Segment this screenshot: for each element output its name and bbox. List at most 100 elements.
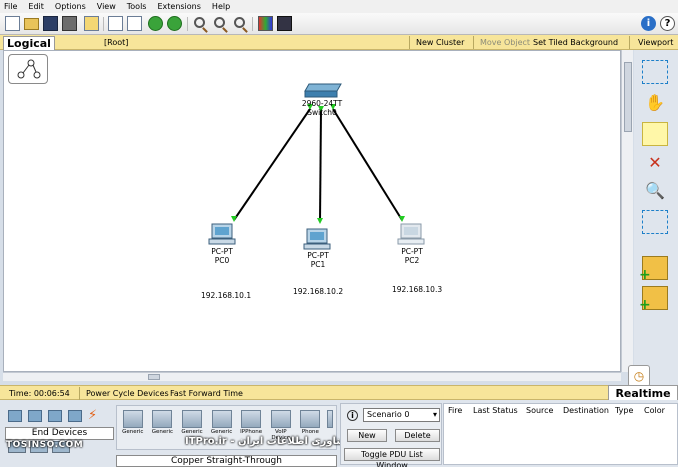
- note-tool-icon[interactable]: [642, 122, 668, 146]
- column-type[interactable]: Type: [615, 406, 633, 415]
- menu-options[interactable]: Options: [55, 2, 86, 11]
- scenario-select[interactable]: Scenario 0: [363, 408, 440, 422]
- selected-device-label: Copper Straight-Through: [116, 455, 337, 467]
- menu-tools[interactable]: Tools: [127, 2, 147, 11]
- device-label: Generic: [210, 429, 233, 435]
- pc2-ip-note: 192.168.10.3: [392, 285, 443, 294]
- new-scenario-button[interactable]: New: [347, 429, 387, 442]
- copy-icon[interactable]: [108, 16, 123, 31]
- watermark-left: TOSINSO.COM: [6, 440, 84, 450]
- device-generic-laptop[interactable]: Generic: [149, 409, 177, 447]
- voip-device-icon: [270, 410, 291, 428]
- print-icon[interactable]: [62, 16, 77, 31]
- pc-icon[interactable]: [208, 223, 236, 245]
- switch-label: 2960-24TT Switch0: [292, 99, 352, 117]
- menu-view[interactable]: View: [97, 2, 116, 11]
- logical-tab[interactable]: Logical: [3, 36, 55, 50]
- switch-type: 2960-24TT: [301, 99, 343, 108]
- logical-workspace-canvas[interactable]: 2960-24TT Switch0 PC-PT PC0 PC-PT PC1 PC…: [3, 50, 621, 372]
- add-simple-pdu-icon[interactable]: [639, 256, 668, 283]
- switches-category-icon[interactable]: [28, 410, 42, 422]
- pc-icon[interactable]: [397, 223, 425, 245]
- hand-tool-icon[interactable]: ✋: [642, 90, 668, 114]
- delete-scenario-button[interactable]: Delete: [395, 429, 440, 442]
- switch-icon[interactable]: [304, 83, 342, 98]
- open-icon[interactable]: [24, 18, 39, 30]
- resize-shape-tool-icon[interactable]: [642, 210, 668, 234]
- port-indicator: [317, 218, 323, 224]
- add-complex-pdu-icon[interactable]: [639, 286, 668, 313]
- save-icon[interactable]: [43, 16, 58, 31]
- realtime-tab[interactable]: Realtime: [608, 385, 678, 401]
- phone-device-icon: [300, 410, 321, 428]
- bar-separator: [629, 36, 630, 49]
- pc2-label: PC-PT PC2: [382, 247, 442, 265]
- menu-file[interactable]: File: [4, 2, 17, 11]
- vertical-scroll-thumb[interactable]: [624, 62, 632, 132]
- custom-device-icon[interactable]: [277, 16, 292, 31]
- toolbar-separator: [252, 17, 253, 31]
- menu-edit[interactable]: Edit: [28, 2, 44, 11]
- link-switch-pc1[interactable]: [319, 108, 322, 223]
- viewport-button[interactable]: Viewport: [638, 38, 673, 47]
- menu-extensions[interactable]: Extensions: [157, 2, 200, 11]
- switch-name: Switch0: [307, 108, 337, 117]
- time-display: Time: 00:06:54: [9, 389, 70, 398]
- palette-icon[interactable]: [258, 16, 273, 31]
- menu-help[interactable]: Help: [212, 2, 230, 11]
- delete-tool-icon[interactable]: ✕: [642, 150, 668, 174]
- pc1-type: PC-PT: [307, 251, 329, 260]
- pc-icon[interactable]: [303, 228, 331, 250]
- bar-separator: [409, 36, 410, 49]
- select-tool-icon[interactable]: [642, 60, 668, 84]
- column-source[interactable]: Source: [526, 406, 553, 415]
- help-icon[interactable]: ?: [660, 16, 675, 31]
- wireless-category-icon[interactable]: [68, 410, 82, 422]
- pc0-label: PC-PT PC0: [192, 247, 252, 265]
- hubs-category-icon[interactable]: [48, 410, 62, 422]
- undo-icon[interactable]: [148, 16, 163, 31]
- zoom-in-icon[interactable]: [194, 17, 205, 28]
- info-icon[interactable]: i: [641, 16, 656, 31]
- device-generic-pc[interactable]: Generic: [119, 409, 147, 447]
- new-icon[interactable]: [5, 16, 20, 31]
- workspace-bar: Logical [Root] New Cluster Move Object S…: [0, 35, 678, 50]
- move-object-button[interactable]: Move Object: [480, 38, 530, 47]
- link-switch-pc0[interactable]: [233, 108, 311, 221]
- fast-forward-time-button[interactable]: Fast Forward Time: [170, 389, 243, 398]
- redo-icon[interactable]: [167, 16, 182, 31]
- zoom-out-icon[interactable]: [234, 17, 245, 28]
- toggle-pdu-list-button[interactable]: Toggle PDU List Window: [344, 448, 440, 467]
- inspect-tool-icon[interactable]: 🔍: [642, 178, 668, 202]
- link-switch-pc2[interactable]: [332, 108, 403, 221]
- column-fire[interactable]: Fire: [448, 406, 462, 415]
- menu-bar: File Edit Options View Tools Extensions …: [0, 0, 678, 13]
- device-label: Phone: [301, 429, 319, 435]
- column-destination[interactable]: Destination: [563, 406, 609, 415]
- toolbar: i ?: [0, 13, 678, 35]
- zoom-reset-icon[interactable]: [214, 17, 225, 28]
- set-tiled-background-button[interactable]: Set Tiled Background: [533, 38, 618, 47]
- pc2-name: PC2: [404, 256, 420, 265]
- connections-category-icon[interactable]: ⚡: [88, 409, 102, 422]
- root-breadcrumb[interactable]: [Root]: [104, 38, 128, 47]
- activity-wizard-icon[interactable]: [84, 16, 99, 31]
- printer-device-icon: [211, 410, 232, 428]
- horizontal-scrollbar[interactable]: [3, 372, 621, 381]
- pc2-type: PC-PT: [401, 247, 423, 256]
- routers-category-icon[interactable]: [8, 410, 22, 422]
- new-cluster-button[interactable]: New Cluster: [416, 38, 464, 47]
- column-last-status[interactable]: Last Status: [473, 406, 518, 415]
- scenario-info-icon[interactable]: i: [347, 410, 358, 421]
- horizontal-scroll-thumb[interactable]: [148, 374, 160, 380]
- device-label: IPPhone: [240, 429, 263, 435]
- paste-icon[interactable]: [127, 16, 142, 31]
- power-cycle-devices-button[interactable]: Power Cycle Devices: [86, 389, 169, 398]
- toolbar-separator: [187, 17, 188, 31]
- vertical-scrollbar[interactable]: [621, 50, 633, 372]
- scenario-panel: i Scenario 0 New Delete Toggle PDU List …: [340, 403, 442, 467]
- realtime-clock-icon[interactable]: ◷: [628, 365, 650, 387]
- pc1-label: PC-PT PC1: [288, 251, 348, 269]
- pdu-list-table: Fire Last Status Source Destination Type…: [443, 403, 678, 465]
- column-color[interactable]: Color: [644, 406, 665, 415]
